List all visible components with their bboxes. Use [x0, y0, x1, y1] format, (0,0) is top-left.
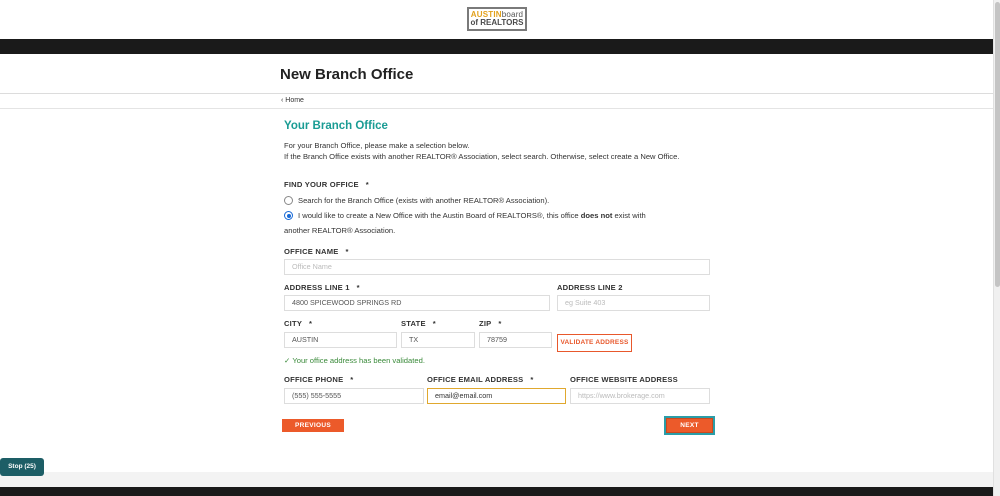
address2-label: ADDRESS LINE 2 — [557, 283, 623, 292]
breadcrumb-home-link[interactable]: ‹ Home — [281, 97, 304, 104]
scrollbar-thumb[interactable] — [995, 2, 1000, 287]
address1-input[interactable]: 4800 SPICEWOOD SPRINGS RD — [284, 295, 550, 311]
office-name-label: OFFICE NAME * — [284, 247, 349, 256]
branch-office-form: Your Branch Office For your Branch Offic… — [0, 109, 993, 472]
footer-bar — [0, 487, 993, 496]
previous-button[interactable]: PREVIOUS — [282, 419, 344, 432]
office-name-input[interactable]: Office Name — [284, 259, 710, 275]
austin-board-of-realtors-logo[interactable]: AUSTINboard of REALTORS — [467, 7, 527, 31]
radio-search-label[interactable]: Search for the Branch Office (exists wit… — [298, 193, 549, 208]
email-input[interactable]: email@email.com — [427, 388, 566, 404]
validate-address-button[interactable]: VALIDATE ADDRESS — [557, 334, 632, 352]
city-input[interactable]: AUSTIN — [284, 332, 397, 348]
email-label: OFFICE EMAIL ADDRESS * — [427, 375, 534, 384]
intro-line-2: If the Branch Office exists with another… — [284, 152, 680, 162]
address1-label: ADDRESS LINE 1 * — [284, 283, 360, 292]
intro-text: For your Branch Office, please make a se… — [284, 140, 704, 162]
nav-bar — [0, 39, 993, 54]
address2-input[interactable]: eg Suite 403 — [557, 295, 710, 311]
scrollbar[interactable] — [993, 0, 1000, 496]
radio-create-label-cont[interactable]: another REALTOR® Association. — [284, 223, 395, 238]
logo-text-realtors: of REALTORS — [470, 18, 524, 27]
section-title: Your Branch Office — [284, 120, 388, 132]
checkmark-icon: ✓ — [284, 356, 291, 365]
intro-line-1: For your Branch Office, please make a se… — [284, 141, 470, 150]
breadcrumb-label: Home — [285, 97, 304, 104]
zip-input[interactable]: 78759 — [479, 332, 552, 348]
stop-button[interactable]: Stop (25) — [0, 458, 44, 476]
radio-create-office[interactable] — [284, 211, 293, 220]
next-button[interactable]: NEXT — [666, 418, 713, 433]
zip-label: ZIP * — [479, 319, 502, 328]
breadcrumb-bar: ‹ Home — [0, 94, 993, 109]
site-header: AUSTINboard of REALTORS — [0, 0, 1000, 39]
phone-label: OFFICE PHONE * — [284, 375, 354, 384]
website-input[interactable]: https://www.brokerage.com — [570, 388, 710, 404]
city-label: CITY * — [284, 319, 313, 328]
radio-create-label[interactable]: I would like to create a New Office with… — [298, 208, 698, 223]
radio-search-office[interactable] — [284, 196, 293, 205]
title-bar: New Branch Office — [0, 54, 993, 94]
page-title: New Branch Office — [280, 66, 414, 83]
phone-input[interactable]: (555) 555-5555 — [284, 388, 424, 404]
state-input[interactable]: TX — [401, 332, 475, 348]
validation-message: ✓ Your office address has been validated… — [284, 356, 425, 365]
state-label: STATE * — [401, 319, 436, 328]
website-label: OFFICE WEBSITE ADDRESS — [570, 375, 678, 384]
find-office-label: FIND YOUR OFFICE * — [284, 180, 369, 189]
